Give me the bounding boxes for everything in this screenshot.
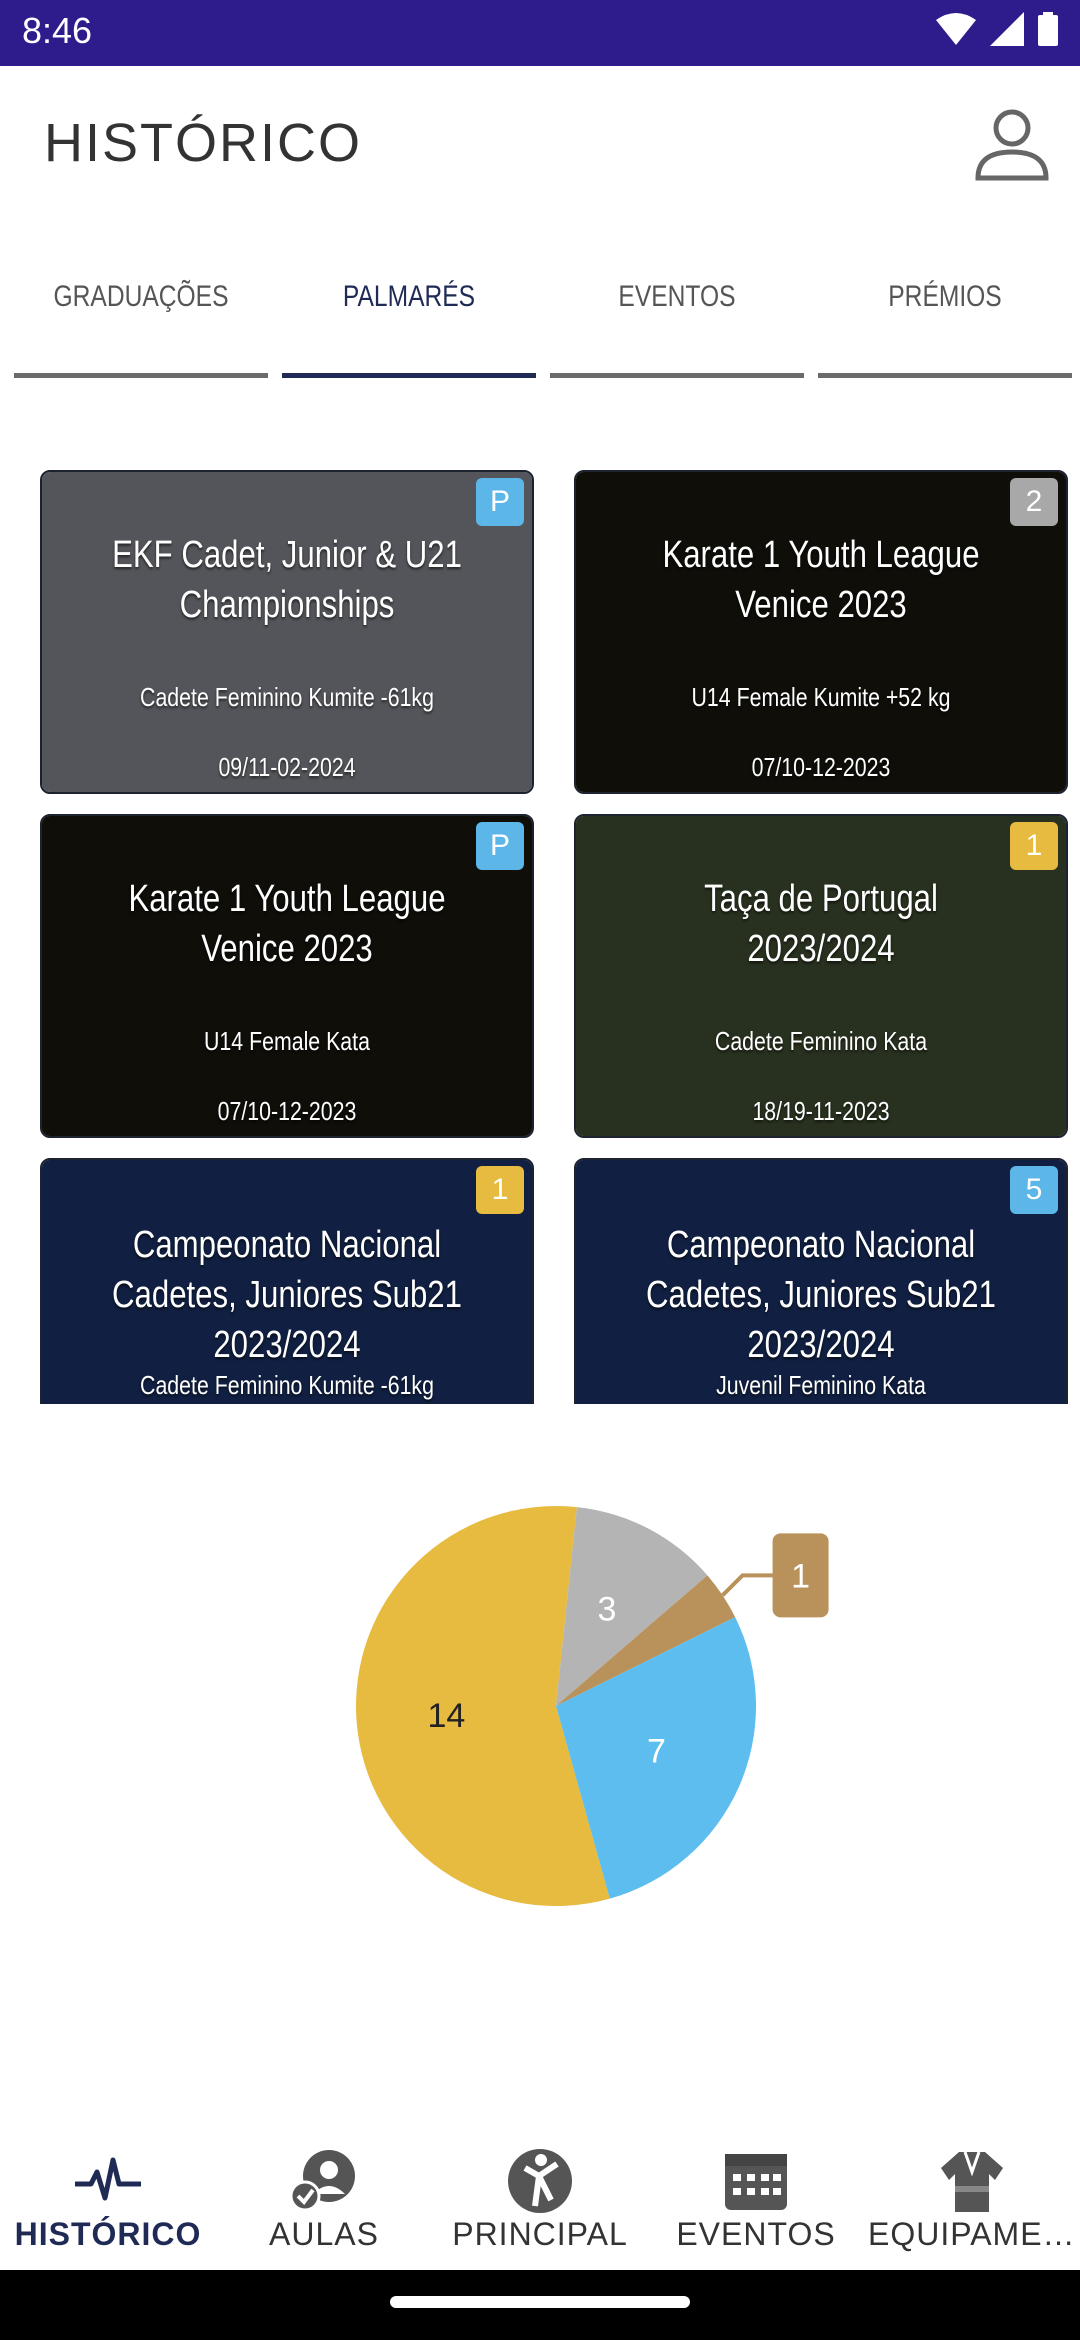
tab-indicator bbox=[14, 373, 268, 378]
card-category: U14 Female Kata bbox=[204, 1026, 370, 1056]
placement-badge: 2 bbox=[1010, 478, 1058, 526]
card-overlay bbox=[42, 472, 532, 792]
placement-badge: 1 bbox=[476, 1166, 524, 1214]
nav-item-eventos[interactable]: EVENTOS bbox=[648, 2120, 864, 2270]
profile-icon[interactable] bbox=[972, 102, 1052, 182]
nav-label: EVENTOS bbox=[676, 2216, 836, 2252]
card-title: Taça de Portugal 2023/2024 bbox=[704, 878, 938, 970]
status-bar: 8:46 bbox=[0, 0, 1080, 66]
tab-indicator bbox=[818, 373, 1072, 378]
card-title: Karate 1 Youth League Venice 2023 bbox=[128, 878, 446, 970]
pie-callout-label: 1 bbox=[791, 1557, 810, 1595]
tab-palmares[interactable]: PALMARÉS bbox=[282, 250, 536, 380]
pulse-icon bbox=[75, 2157, 141, 2201]
karate-icon bbox=[508, 2149, 572, 2213]
calendar-icon bbox=[725, 2154, 787, 2210]
palmares-card[interactable]: Campeonato Nacional Cadetes, Juniores Su… bbox=[574, 1158, 1068, 1404]
placement-badge: 5 bbox=[1010, 1166, 1058, 1214]
card-category: U14 Female Kumite +52 kg bbox=[691, 682, 951, 712]
card-category: Cadete Feminino Kata bbox=[714, 1026, 928, 1056]
card-date: 09/11-02-2024 bbox=[218, 752, 356, 782]
tab-indicator bbox=[282, 373, 536, 378]
card-title: EKF Cadet, Junior & U21 Championships bbox=[112, 534, 462, 626]
pie-slice-label: 3 bbox=[598, 1591, 617, 1629]
card-category: Juvenil Feminino Kata bbox=[716, 1370, 926, 1400]
medals-pie-chart: 14 3 1 7 bbox=[330, 1490, 870, 1930]
palmares-card[interactable]: Karate 1 Youth League Venice 2023 U14 Fe… bbox=[40, 814, 534, 1138]
signal-icon bbox=[990, 12, 1024, 46]
placement-badge: P bbox=[476, 478, 524, 526]
palmares-card[interactable]: Campeonato Nacional Cadetes, Juniores Su… bbox=[40, 1158, 534, 1404]
wifi-icon bbox=[936, 13, 976, 45]
kimono-icon bbox=[941, 2151, 1003, 2212]
palmares-card[interactable]: Taça de Portugal 2023/2024 Cadete Femini… bbox=[574, 814, 1068, 1138]
status-time: 8:46 bbox=[22, 10, 93, 51]
palmares-card[interactable]: Karate 1 Youth League Venice 2023 U14 Fe… bbox=[574, 470, 1068, 794]
pie-callout-line bbox=[721, 1573, 773, 1597]
card-category: Cadete Feminino Kumite -61kg bbox=[140, 1370, 434, 1400]
card-date: 07/10-12-2023 bbox=[217, 1096, 357, 1126]
placement-badge: 1 bbox=[1010, 822, 1058, 870]
palmares-card[interactable]: EKF Cadet, Junior & U21 Championships Ca… bbox=[40, 470, 534, 794]
nav-item-historico[interactable]: HISTÓRICO bbox=[0, 2120, 216, 2270]
placement-badge: P bbox=[476, 822, 524, 870]
nav-label: EQUIPAMENTOS bbox=[868, 2216, 1080, 2252]
classes-icon bbox=[289, 2150, 355, 2212]
status-icons bbox=[936, 12, 1058, 46]
card-category: Cadete Feminino Kumite -61kg bbox=[140, 682, 434, 712]
tab-label: EVENTOS bbox=[618, 280, 736, 313]
app-bar: HISTÓRICO bbox=[0, 66, 1080, 226]
bottom-nav: HISTÓRICO AULAS PRINCIPAL EVENTOS EQUIPA… bbox=[0, 2120, 1080, 2270]
tab-premios[interactable]: PRÉMIOS bbox=[818, 250, 1072, 380]
nav-item-aulas[interactable]: AULAS bbox=[216, 2120, 432, 2270]
tab-eventos[interactable]: EVENTOS bbox=[550, 250, 804, 380]
tab-label: GRADUAÇÕES bbox=[53, 280, 229, 313]
pie-slice-label: 7 bbox=[647, 1733, 666, 1771]
nav-item-equipamentos[interactable]: EQUIPAMENTOS bbox=[864, 2120, 1080, 2270]
page-title: HISTÓRICO bbox=[44, 113, 363, 173]
nav-item-principal[interactable]: PRINCIPAL bbox=[432, 2120, 648, 2270]
card-date: 07/10-12-2023 bbox=[751, 752, 891, 782]
card-overlay bbox=[576, 472, 1066, 792]
card-title: Karate 1 Youth League Venice 2023 bbox=[662, 534, 980, 626]
tab-label: PRÉMIOS bbox=[888, 280, 1002, 313]
card-overlay bbox=[42, 816, 532, 1136]
card-date: 18/19-11-2023 bbox=[752, 1096, 890, 1126]
card-title: Campeonato Nacional Cadetes, Juniores Su… bbox=[646, 1224, 996, 1366]
tab-graduacoes[interactable]: GRADUAÇÕES bbox=[14, 250, 268, 380]
tab-label: PALMARÉS bbox=[342, 280, 476, 313]
tab-bar: GRADUAÇÕES PALMARÉS EVENTOS PRÉMIOS bbox=[14, 250, 1074, 380]
palmares-grid: EKF Cadet, Junior & U21 Championships Ca… bbox=[40, 470, 1072, 1404]
home-gesture-pill[interactable] bbox=[390, 2296, 690, 2308]
system-nav-bar bbox=[0, 2270, 1080, 2340]
nav-label: HISTÓRICO bbox=[14, 2216, 202, 2252]
pie-svg: 14 3 1 7 bbox=[355, 1506, 829, 1906]
battery-icon bbox=[1038, 12, 1058, 46]
nav-label: PRINCIPAL bbox=[452, 2216, 628, 2252]
card-title: Campeonato Nacional Cadetes, Juniores Su… bbox=[112, 1224, 462, 1366]
pie-slice-label: 14 bbox=[427, 1697, 465, 1735]
tab-indicator bbox=[550, 373, 804, 378]
card-overlay bbox=[576, 816, 1066, 1136]
nav-label: AULAS bbox=[269, 2216, 379, 2252]
